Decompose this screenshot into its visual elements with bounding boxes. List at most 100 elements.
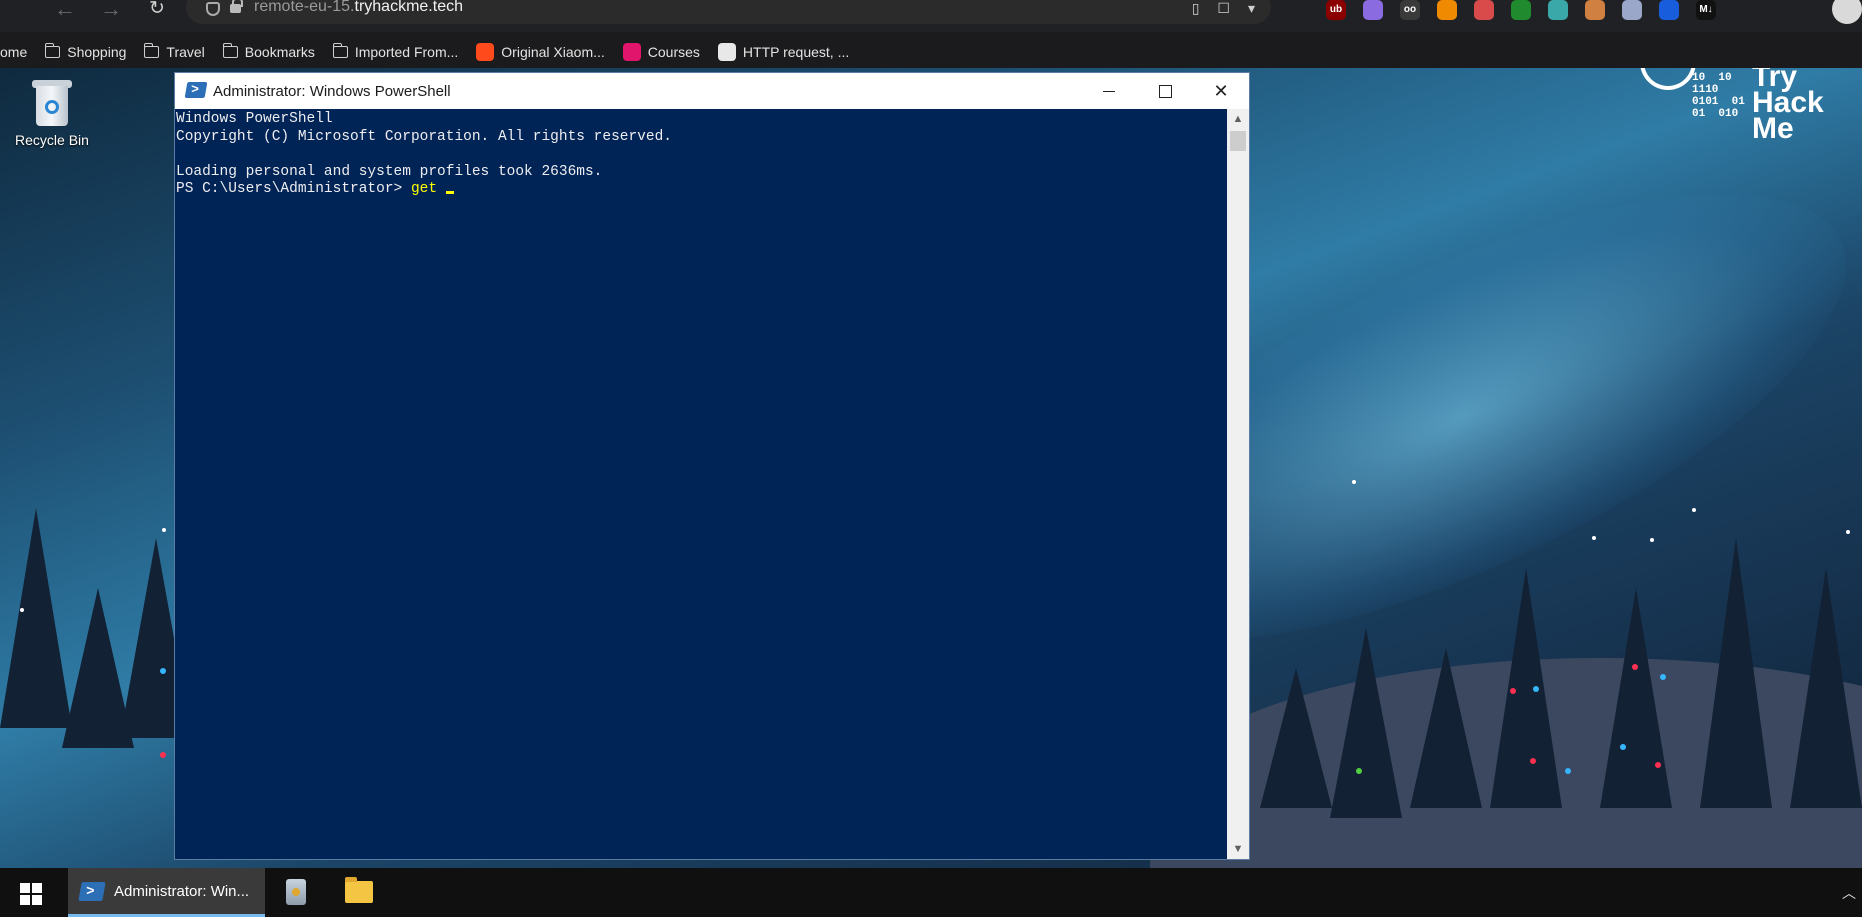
reader-icon[interactable]: oo [1400, 0, 1420, 20]
light-decoration [1620, 744, 1626, 750]
privacy-icon[interactable] [1622, 0, 1642, 20]
console-line: Windows PowerShell [176, 111, 333, 127]
chef-icon [717, 43, 736, 61]
folder-icon [45, 43, 61, 58]
light-decoration [1632, 664, 1638, 670]
scroll-thumb[interactable] [1230, 131, 1246, 151]
powershell-window: Administrator: Windows PowerShell ✕ Wind… [174, 72, 1250, 860]
folder-icon [144, 43, 160, 58]
download-icon[interactable] [1511, 0, 1531, 20]
taskbar-powershell-label: Administrator: Win... [114, 883, 250, 900]
light-decoration [1530, 758, 1536, 764]
light-decoration [1533, 686, 1539, 692]
tree-decoration [1790, 568, 1862, 808]
powershell-icon[interactable] [184, 82, 208, 98]
file-explorer-icon[interactable] [345, 877, 373, 903]
extensions-bar: ub oo M↓ [1326, 0, 1716, 20]
bookmark-label: Courses [647, 44, 700, 60]
puzzle-icon[interactable] [1363, 0, 1383, 20]
cookie-icon[interactable] [1585, 0, 1605, 20]
address-bar[interactable]: remote-eu-15.tryhackme.tech ▯ ☐ ▾ [186, 0, 1271, 24]
prompt-text: PS C:\Users\Administrator> [176, 181, 411, 197]
clipboard-icon[interactable]: ▯ [1192, 0, 1200, 17]
powershell-icon [78, 882, 106, 901]
logo-text-me: Me [1752, 112, 1794, 145]
console-line: Copyright (C) Microsoft Corporation. All… [176, 128, 672, 145]
forward-button[interactable]: → [96, 0, 126, 22]
recycle-bin-label: Recycle Bin [15, 132, 89, 148]
reload-button[interactable]: ↻ [142, 0, 172, 22]
minimize-button[interactable] [1081, 73, 1137, 109]
glasses-icon[interactable] [1474, 0, 1494, 20]
light-decoration [1655, 762, 1661, 768]
tree-decoration [1260, 668, 1332, 808]
back-button[interactable]: ← [50, 0, 80, 22]
window-title: Administrator: Windows PowerShell [213, 83, 451, 100]
vertical-scrollbar[interactable]: ▲ ▼ [1227, 109, 1249, 859]
bookmark-label: Travel [166, 44, 205, 60]
light-decoration [160, 668, 166, 674]
star-decoration [1592, 536, 1596, 540]
start-button[interactable] [20, 883, 42, 905]
bookmark-label: HTTP request, ... [742, 44, 850, 60]
command-input[interactable]: get [411, 181, 437, 197]
bookmark-item[interactable]: Imported From... [332, 43, 459, 60]
bookmark-label: Imported From... [354, 44, 459, 60]
bookmark-label: Original Xiaom... [501, 44, 605, 60]
shop-icon [476, 43, 495, 61]
star-decoration [1692, 508, 1696, 512]
browser-toolbar: ← → ↻ remote-eu-15.tryhackme.tech ▯ ☐ ▾ … [0, 0, 1862, 32]
profile-avatar[interactable] [1832, 0, 1862, 24]
chevron-up-icon[interactable]: ︿ [1842, 883, 1856, 903]
bookmark-label: Bookmarks [244, 44, 315, 60]
server-manager-icon[interactable] [286, 879, 306, 905]
url-text[interactable]: remote-eu-15.tryhackme.tech [254, 0, 463, 16]
shield-icon[interactable] [206, 2, 220, 16]
markdown-icon[interactable]: M↓ [1696, 0, 1716, 20]
close-button[interactable]: ✕ [1193, 73, 1249, 109]
tree-decoration [1600, 588, 1672, 808]
light-decoration [1356, 768, 1362, 774]
window-titlebar[interactable]: Administrator: Windows PowerShell ✕ [175, 73, 1249, 109]
light-decoration [1565, 768, 1571, 774]
light-decoration [1510, 688, 1516, 694]
chevron-down-icon[interactable]: ▾ [1248, 0, 1255, 17]
bookmark-item[interactable]: Travel [144, 43, 205, 60]
recycle-bin-shortcut[interactable]: Recycle Bin [10, 78, 94, 148]
scroll-down-button[interactable]: ▼ [1227, 839, 1249, 859]
console-output[interactable]: Windows PowerShell Copyright (C) Microsof… [175, 109, 1227, 859]
tree-decoration [1410, 648, 1482, 808]
bookmark-label: Shopping [67, 44, 127, 60]
tryhackme-logo: 10 10 1110 0101 01 01 010 Try Hack Me [1640, 68, 1840, 150]
bookmarks-bar: ome Shopping Travel Bookmarks Imported From.… [0, 36, 849, 68]
folder-icon [222, 43, 238, 58]
bookmark-item[interactable]: Bookmarks [222, 43, 315, 60]
paw-icon[interactable] [1548, 0, 1568, 20]
taskbar-powershell[interactable]: Administrator: Win... [68, 868, 265, 917]
bookmark-item[interactable]: HTTP request, ... [717, 43, 850, 61]
lock-icon[interactable] [230, 0, 243, 13]
bitwarden-icon[interactable] [1659, 0, 1679, 20]
recycle-bin-icon [32, 78, 72, 126]
star-decoration [1846, 530, 1850, 534]
star-decoration [1352, 480, 1356, 484]
bookmark-item[interactable]: Shopping [45, 43, 127, 60]
light-decoration [160, 752, 166, 758]
logo-arc-icon [1640, 68, 1696, 90]
bookmark-item[interactable]: ome [0, 44, 27, 60]
taskbar: Administrator: Win... ︿ [0, 868, 1862, 917]
bookmark-label: ome [0, 44, 28, 60]
scroll-up-button[interactable]: ▲ [1227, 109, 1249, 129]
text-cursor [446, 191, 455, 194]
light-decoration [1660, 674, 1666, 680]
maximize-button[interactable] [1137, 73, 1193, 109]
bookmark-icon[interactable]: ☐ [1217, 0, 1230, 17]
prompt-line[interactable]: PS C:\Users\Administrator> get [176, 181, 1227, 199]
bookmark-item[interactable]: Courses [622, 43, 700, 61]
ublock-icon[interactable]: ub [1326, 0, 1346, 20]
tree-decoration [1330, 628, 1402, 818]
bookmark-item[interactable]: Original Xiaom... [476, 43, 605, 61]
wallet-icon[interactable] [1437, 0, 1457, 20]
logo-text: Try Hack Me [1752, 68, 1824, 145]
